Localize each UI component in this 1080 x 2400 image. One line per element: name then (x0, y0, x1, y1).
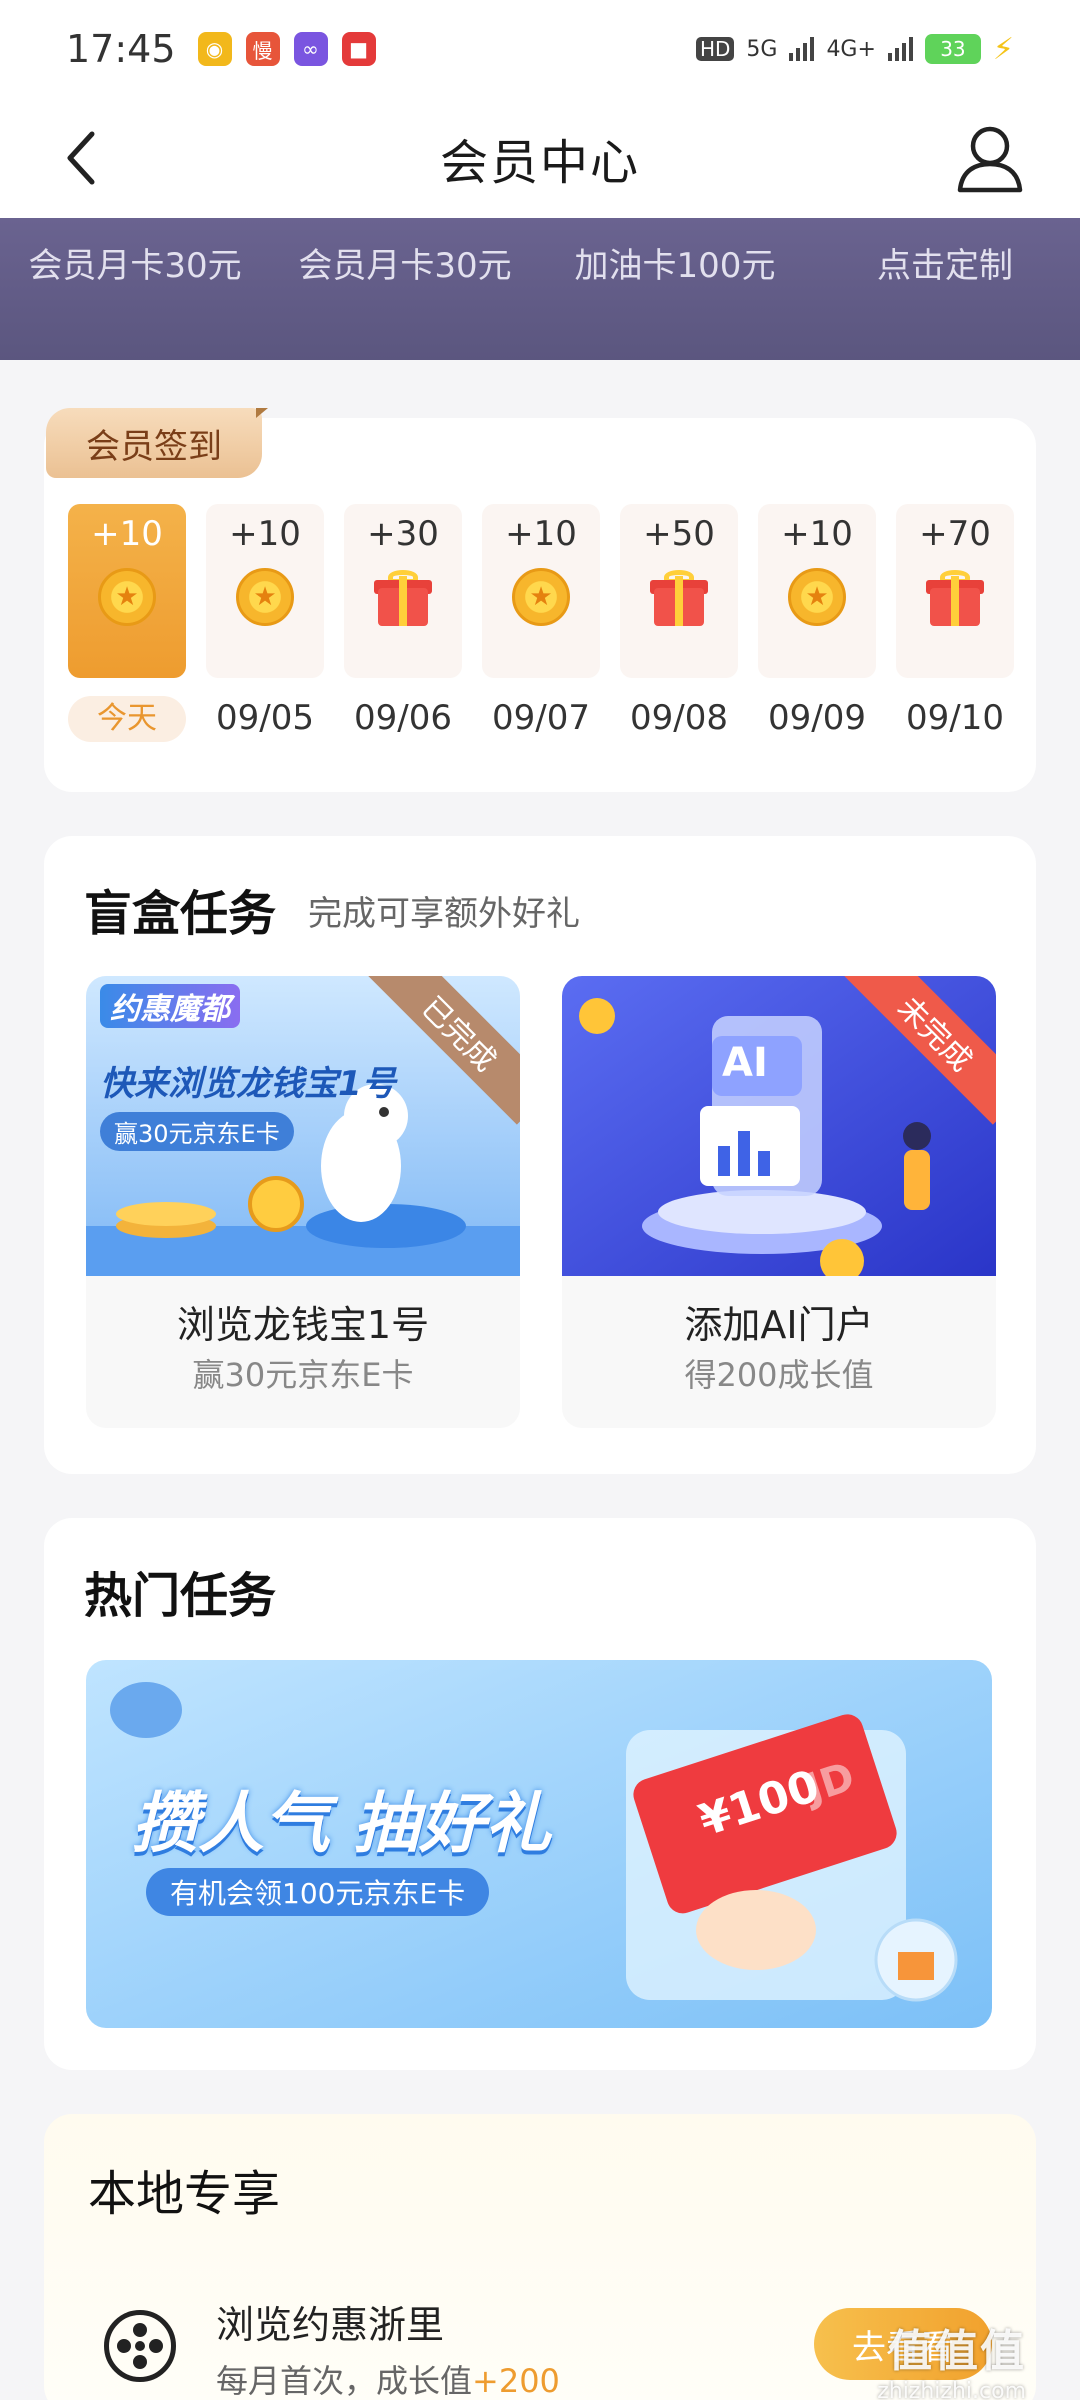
gift-icon (926, 570, 984, 626)
signin-day[interactable]: +50 (620, 504, 738, 678)
signal-icon (789, 37, 815, 61)
task-desc: 得200成长值 (684, 1356, 874, 1394)
watermark-logo: 值值值 (888, 2326, 1026, 2377)
banner-title: 快来浏览龙钱宝1号 (100, 1064, 396, 1104)
net-label-5g: 5G (746, 36, 778, 62)
nav-bar: 会员中心 (0, 98, 1080, 218)
signin-day[interactable]: +30 (344, 504, 462, 678)
benefit-item[interactable]: 会员月卡30元 (270, 228, 540, 287)
hd-badge: HD (695, 37, 735, 61)
task-banner-image: AI 未完成 (562, 976, 996, 1276)
status-app-icons: ◉ 慢 ∞ ■ (197, 32, 376, 66)
signin-day[interactable]: +10 ★ (758, 504, 876, 678)
gift-icon (650, 570, 708, 626)
coin-icon: ★ (512, 568, 570, 626)
signin-card: 会员签到 +10 ★ +10 ★ +30 +10 ★ +50 +10 ★ +70… (44, 408, 1036, 792)
status-time: 17:45 (66, 27, 176, 71)
pdd-icon: ■ (341, 32, 376, 66)
benefit-item[interactable]: 会员月卡30元 (0, 228, 270, 287)
benefit-item[interactable]: 点击定制 (810, 228, 1080, 287)
weibo-icon: ◉ (197, 32, 232, 66)
section-title: 热门任务 (84, 1568, 277, 1624)
day-points: +10 (91, 514, 163, 554)
coin-icon: ★ (236, 568, 294, 626)
local-item-desc-text: 每月首次，成长值 (216, 2362, 473, 2400)
page-title: 会员中心 (439, 135, 640, 191)
day-date: 09/07 (492, 698, 590, 738)
film-reel-icon (104, 2310, 176, 2382)
net-label-4g: 4G+ (826, 36, 876, 62)
day-date: 09/06 (354, 698, 452, 738)
member-benefits-strip: 会员月卡30元 会员月卡30元 加油卡100元 点击定制 (0, 218, 1080, 360)
day-points: +70 (919, 514, 991, 554)
watermark-url: zhizhizhi.com (877, 2379, 1026, 2400)
section-subtitle: 完成可享额外好礼 (308, 894, 580, 934)
user-profile-button[interactable] (950, 118, 1030, 198)
day-points: +10 (229, 514, 301, 554)
hot-tasks-card: 热门任务 攒人气 抽好礼 有机会领100元京东E卡 ¥100 JD (44, 1518, 1036, 2070)
day-points: +10 (505, 514, 577, 554)
watermark: 值值值 zhizhizhi.com (877, 2315, 1026, 2400)
day-date-today: 今天 (68, 696, 186, 742)
gift-icon (374, 570, 432, 626)
benefit-label: 点击定制 (877, 246, 1013, 286)
task-card-browse[interactable]: 约惠魔都 快来浏览龙钱宝1号 赢30元京东E卡 已完成 浏览龙钱宝1号 赢30元… (86, 976, 520, 1428)
signin-day[interactable]: +10 ★ (482, 504, 600, 678)
banner-tag: 约惠魔都 (100, 984, 240, 1028)
section-title: 本地专享 (88, 2166, 281, 2222)
section-title: 盲盒任务 (84, 886, 277, 942)
user-icon (957, 126, 1023, 193)
benefit-label: 会员月卡30元 (298, 246, 512, 286)
charging-icon: ⚡ (992, 31, 1014, 67)
soul-icon: ∞ (293, 32, 328, 66)
coin-icon: ★ (788, 568, 846, 626)
task-desc: 赢30元京东E卡 (192, 1356, 414, 1394)
local-exclusive-card: 本地专享 浏览约惠浙里 每月首次，成长值+200 去看看 值值值 zhizhiz… (44, 2114, 1036, 2400)
status-bar: 17:45 ◉ 慢 ∞ ■ HD 5G 4G+ 33 ⚡ (0, 0, 1080, 98)
local-item-name: 浏览约惠浙里 (216, 2303, 445, 2347)
signal-icon-2 (887, 37, 913, 61)
mangguo-icon: 慢 (245, 32, 280, 66)
day-date: 09/09 (768, 698, 866, 738)
day-points: +50 (643, 514, 715, 554)
local-item-desc: 每月首次，成长值+200 (216, 2356, 560, 2400)
day-points: +10 (781, 514, 853, 554)
signin-day[interactable]: +70 (896, 504, 1014, 678)
blind-box-card: 盲盒任务 完成可享额外好礼 约惠魔都 快来浏览龙钱宝1号 赢30元京东E卡 已完… (44, 836, 1036, 1474)
signin-day-today[interactable]: +10 ★ (68, 504, 186, 678)
hot-banner-title: 攒人气 抽好礼 (132, 1785, 551, 1862)
task-card-ai-portal[interactable]: AI 未完成 添加AI门户 得200成长值 (562, 976, 996, 1428)
coin-icon: ★ (98, 568, 156, 626)
back-button[interactable] (56, 122, 116, 194)
task-name: 浏览龙钱宝1号 (176, 1303, 430, 1347)
benefit-item[interactable]: 加油卡100元 (540, 228, 810, 287)
benefit-label: 会员月卡30元 (28, 246, 242, 286)
banner-ai-label: AI (722, 1040, 768, 1086)
benefit-label: 加油卡100元 (574, 246, 776, 286)
signin-tag: 会员签到 (46, 408, 268, 478)
day-date: 09/08 (630, 698, 728, 738)
battery-icon: 33 (924, 34, 981, 64)
signin-day[interactable]: +10 ★ (206, 504, 324, 678)
day-date: 09/10 (906, 698, 1004, 738)
chevron-left-icon (67, 131, 95, 185)
hot-task-banner[interactable]: 攒人气 抽好礼 有机会领100元京东E卡 ¥100 JD (86, 1660, 992, 2028)
day-points: +30 (367, 514, 439, 554)
task-name: 添加AI门户 (684, 1303, 874, 1347)
day-date: 09/05 (216, 698, 314, 738)
banner-subtitle: 赢30元京东E卡 (100, 1112, 294, 1151)
status-indicators: HD 5G 4G+ 33 ⚡ (695, 31, 1014, 67)
task-banner-image: 约惠魔都 快来浏览龙钱宝1号 赢30元京东E卡 已完成 (86, 976, 520, 1276)
local-item-plus: +200 (472, 2362, 560, 2400)
hot-banner-subtitle: 有机会领100元京东E卡 (146, 1868, 490, 1916)
